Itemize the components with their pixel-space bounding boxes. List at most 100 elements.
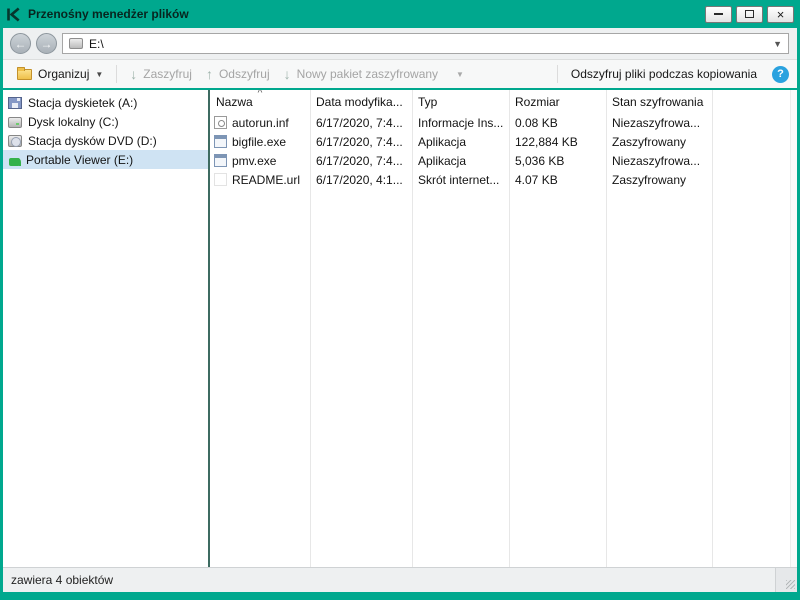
column-header[interactable]: Typ bbox=[412, 90, 509, 113]
file-name-cell: autorun.inf bbox=[210, 116, 310, 130]
window-title: Przenośny menedżer plików bbox=[28, 7, 698, 21]
back-button[interactable]: ← bbox=[10, 33, 31, 54]
drive-label: Stacja dyskietek (A:) bbox=[28, 96, 137, 110]
file-type: Aplikacja bbox=[412, 135, 509, 149]
maximize-icon bbox=[745, 10, 754, 18]
column-header-label: Typ bbox=[418, 95, 437, 109]
file-name-cell: README.url bbox=[210, 173, 310, 187]
close-button[interactable]: × bbox=[767, 6, 794, 23]
status-bar: zawiera 4 obiektów bbox=[3, 567, 797, 592]
file-list: autorun.inf6/17/2020, 7:4...Informacje I… bbox=[210, 113, 797, 189]
file-modified-date: 6/17/2020, 7:4... bbox=[310, 154, 412, 168]
navigation-bar: ← → E:\ ▼ bbox=[3, 28, 797, 60]
address-dropdown-icon[interactable]: ▼ bbox=[773, 39, 782, 49]
sidebar-item-drive[interactable]: Dysk lokalny (C:) bbox=[3, 112, 208, 131]
maximize-button[interactable] bbox=[736, 6, 763, 23]
decrypt-label: Odszyfruj bbox=[219, 67, 270, 81]
arrow-right-icon: → bbox=[41, 38, 53, 50]
file-size: 122,884 KB bbox=[509, 135, 606, 149]
vertical-scrollbar[interactable] bbox=[790, 90, 797, 567]
minimize-icon bbox=[714, 13, 723, 15]
drive-label: Stacja dysków DVD (D:) bbox=[28, 134, 157, 148]
encrypt-label: Zaszyfruj bbox=[143, 67, 192, 81]
file-size: 0.08 KB bbox=[509, 116, 606, 130]
resize-grip[interactable] bbox=[775, 568, 797, 592]
forward-button[interactable]: → bbox=[36, 33, 57, 54]
minimize-button[interactable] bbox=[705, 6, 732, 23]
file-row[interactable]: bigfile.exe 6/17/2020, 7:4...Aplikacja122… bbox=[210, 132, 797, 151]
new-package-label: Nowy pakiet zaszyfrowany bbox=[297, 67, 438, 81]
toolbar: Organizuj ▼ ↓ Zaszyfruj ↑ Odszyfruj ↓ No… bbox=[3, 60, 797, 90]
package-arrow-down-icon: ↓ bbox=[284, 67, 291, 81]
help-icon[interactable]: ? bbox=[772, 66, 789, 83]
close-icon: × bbox=[777, 8, 785, 21]
file-name: bigfile.exe bbox=[232, 135, 286, 149]
app-body: ← → E:\ ▼ Organizuj ▼ ↓ Zaszyfruj ↑ Odsz… bbox=[3, 28, 797, 592]
organize-button[interactable]: Organizuj ▼ bbox=[11, 64, 109, 84]
file-modified-date: 6/17/2020, 7:4... bbox=[310, 135, 412, 149]
column-header-label: Stan szyfrowania bbox=[612, 95, 703, 109]
file-row[interactable]: pmv.exe 6/17/2020, 7:4...Aplikacja5,036 K… bbox=[210, 151, 797, 170]
decrypt-on-copy-button[interactable]: Odszyfruj pliki podczas kopiowania bbox=[565, 64, 763, 84]
window-controls: × bbox=[705, 6, 794, 23]
file-name-cell: bigfile.exe bbox=[210, 135, 310, 149]
file-encryption-status: Zaszyfrowany bbox=[606, 135, 712, 149]
drive-label: Portable Viewer (E:) bbox=[26, 153, 133, 167]
file-name: autorun.inf bbox=[232, 116, 289, 130]
file-type: Skrót internet... bbox=[412, 173, 509, 187]
file-size: 4.07 KB bbox=[509, 173, 606, 187]
sidebar-item-drive[interactable]: Stacja dysków DVD (D:) bbox=[3, 131, 208, 150]
file-name: pmv.exe bbox=[232, 154, 276, 168]
encrypt-button[interactable]: ↓ Zaszyfruj bbox=[124, 64, 198, 84]
file-size: 5,036 KB bbox=[509, 154, 606, 168]
floppy-drive-icon bbox=[8, 97, 22, 109]
sidebar-item-drive[interactable]: Portable Viewer (E:) bbox=[3, 150, 208, 169]
file-type: Aplikacja bbox=[412, 154, 509, 168]
address-bar[interactable]: E:\ ▼ bbox=[62, 33, 789, 54]
drive-icon bbox=[69, 38, 83, 49]
address-text: E:\ bbox=[89, 37, 104, 51]
drive-list: Stacja dyskietek (A:) Dysk lokalny (C:) St… bbox=[3, 90, 208, 567]
sidebar-item-drive[interactable]: Stacja dyskietek (A:) bbox=[3, 93, 208, 112]
app-window: Przenośny menedżer plików × ← → E:\ ▼ Or… bbox=[0, 0, 800, 600]
decrypt-button[interactable]: ↑ Odszyfruj bbox=[200, 64, 276, 84]
file-encryption-status: Niezaszyfrowa... bbox=[606, 154, 712, 168]
decrypt-on-copy-label: Odszyfruj pliki podczas kopiowania bbox=[571, 67, 757, 81]
arrow-left-icon: ← bbox=[15, 38, 27, 50]
file-area: Nazwa Data modyfika... Typ Rozmiar Stan szyf… bbox=[210, 90, 797, 567]
drive-label: Dysk lokalny (C:) bbox=[28, 115, 119, 129]
new-encrypted-package-button[interactable]: ↓ Nowy pakiet zaszyfrowany ▼ bbox=[278, 64, 470, 84]
encrypted-drive-icon bbox=[9, 158, 20, 166]
chevron-down-icon: ▼ bbox=[95, 70, 103, 79]
url-file-icon bbox=[214, 173, 227, 186]
title-bar: Przenośny menedżer plików × bbox=[3, 0, 797, 28]
application-file-icon bbox=[214, 154, 227, 167]
column-header[interactable]: Data modyfika... bbox=[310, 90, 412, 113]
column-header-label: Rozmiar bbox=[515, 95, 560, 109]
column-header-label: Data modyfika... bbox=[316, 95, 403, 109]
file-name: README.url bbox=[232, 173, 300, 187]
decrypt-arrow-up-icon: ↑ bbox=[206, 67, 213, 81]
content: Stacja dyskietek (A:) Dysk lokalny (C:) St… bbox=[3, 90, 797, 567]
file-encryption-status: Niezaszyfrowa... bbox=[606, 116, 712, 130]
organize-label: Organizuj bbox=[38, 67, 89, 81]
file-name-cell: pmv.exe bbox=[210, 154, 310, 168]
file-row[interactable]: autorun.inf 6/17/2020, 7:4...Informacje I… bbox=[210, 113, 797, 132]
dvd-drive-icon bbox=[8, 135, 22, 147]
file-type: Informacje Ins... bbox=[412, 116, 509, 130]
chevron-down-icon: ▼ bbox=[456, 70, 464, 79]
inf-file-icon bbox=[214, 116, 227, 129]
file-row[interactable]: README.url6/17/2020, 4:1...Skrót interne… bbox=[210, 170, 797, 189]
file-encryption-status: Zaszyfrowany bbox=[606, 173, 712, 187]
toolbar-separator bbox=[557, 65, 558, 83]
encrypt-arrow-down-icon: ↓ bbox=[130, 67, 137, 81]
column-header[interactable]: Nazwa bbox=[210, 90, 310, 113]
toolbar-separator bbox=[116, 65, 117, 83]
column-header[interactable]: Stan szyfrowania bbox=[606, 90, 712, 113]
application-file-icon bbox=[214, 135, 227, 148]
column-headers: Nazwa Data modyfika... Typ Rozmiar Stan szyf… bbox=[210, 90, 797, 113]
file-modified-date: 6/17/2020, 7:4... bbox=[310, 116, 412, 130]
column-header[interactable]: Rozmiar bbox=[509, 90, 606, 113]
kaspersky-logo-icon bbox=[6, 7, 21, 22]
column-header-label: Nazwa bbox=[216, 95, 253, 109]
